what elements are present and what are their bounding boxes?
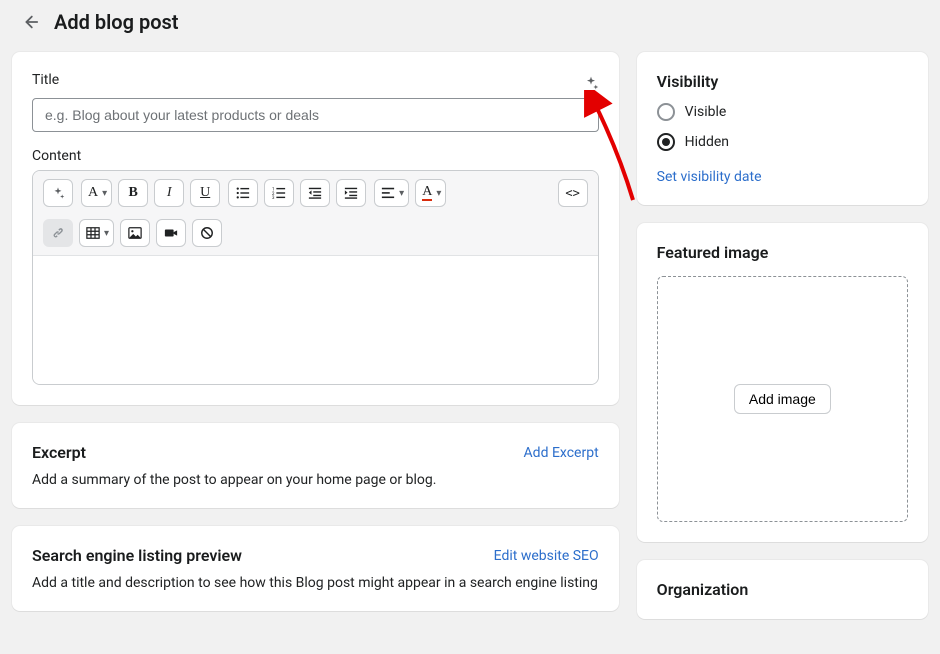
add-excerpt-link[interactable]: Add Excerpt [524,445,599,461]
bullet-list-button[interactable] [228,179,258,207]
seo-hint: Add a title and description to see how t… [32,575,599,591]
text-color-dropdown[interactable]: A▾ [415,179,446,207]
content-label: Content [32,148,599,164]
link-button [43,219,73,247]
visibility-option-hidden[interactable]: Hidden [657,133,908,151]
edit-seo-link[interactable]: Edit website SEO [494,548,599,564]
align-dropdown[interactable]: ▾ [374,179,409,207]
add-image-button[interactable]: Add image [734,384,831,414]
visibility-hidden-label: Hidden [685,134,729,150]
numbered-list-button[interactable]: 123 [264,179,294,207]
featured-image-card: Featured image Add image [637,223,928,542]
svg-text:3: 3 [272,196,275,200]
seo-heading: Search engine listing preview [32,546,242,565]
title-label: Title [32,72,59,88]
excerpt-hint: Add a summary of the post to appear on y… [32,472,599,488]
clear-formatting-button[interactable] [192,219,222,247]
editor-toolbar: A▾ B I U 123 ▾ A▾ [33,171,598,256]
excerpt-card: Excerpt Add Excerpt Add a summary of the… [12,423,619,508]
html-view-button[interactable]: <> [558,179,588,207]
visibility-visible-label: Visible [685,104,727,120]
excerpt-heading: Excerpt [32,443,86,462]
visibility-heading: Visibility [657,72,908,91]
visibility-option-visible[interactable]: Visible [657,103,908,121]
italic-button[interactable]: I [154,179,184,207]
page-title: Add blog post [54,10,179,34]
rich-text-editor: A▾ B I U 123 ▾ A▾ [32,170,599,385]
image-button[interactable] [120,219,150,247]
set-visibility-date-link[interactable]: Set visibility date [657,169,908,185]
back-button[interactable] [20,12,40,32]
radio-icon [657,103,675,121]
featured-image-heading: Featured image [657,243,908,262]
bold-button[interactable]: B [118,179,148,207]
editor-content-area[interactable] [33,256,598,384]
title-content-card: Title Content A▾ B I [12,52,619,405]
title-input[interactable] [32,98,599,132]
visibility-card: Visibility Visible Hidden Set visibility… [637,52,928,205]
ai-assist-button[interactable] [43,179,73,207]
heading-dropdown[interactable]: A▾ [81,179,112,207]
indent-button[interactable] [336,179,366,207]
organization-heading: Organization [657,580,908,599]
outdent-button[interactable] [300,179,330,207]
underline-button[interactable]: U [190,179,220,207]
image-drop-zone[interactable]: Add image [657,276,908,522]
ai-sparkle-icon[interactable] [583,75,599,91]
video-button[interactable] [156,219,186,247]
radio-icon [657,133,675,151]
table-dropdown[interactable]: ▾ [79,219,114,247]
seo-card: Search engine listing preview Edit websi… [12,526,619,611]
page-header: Add blog post [0,0,940,52]
organization-card: Organization [637,560,928,619]
